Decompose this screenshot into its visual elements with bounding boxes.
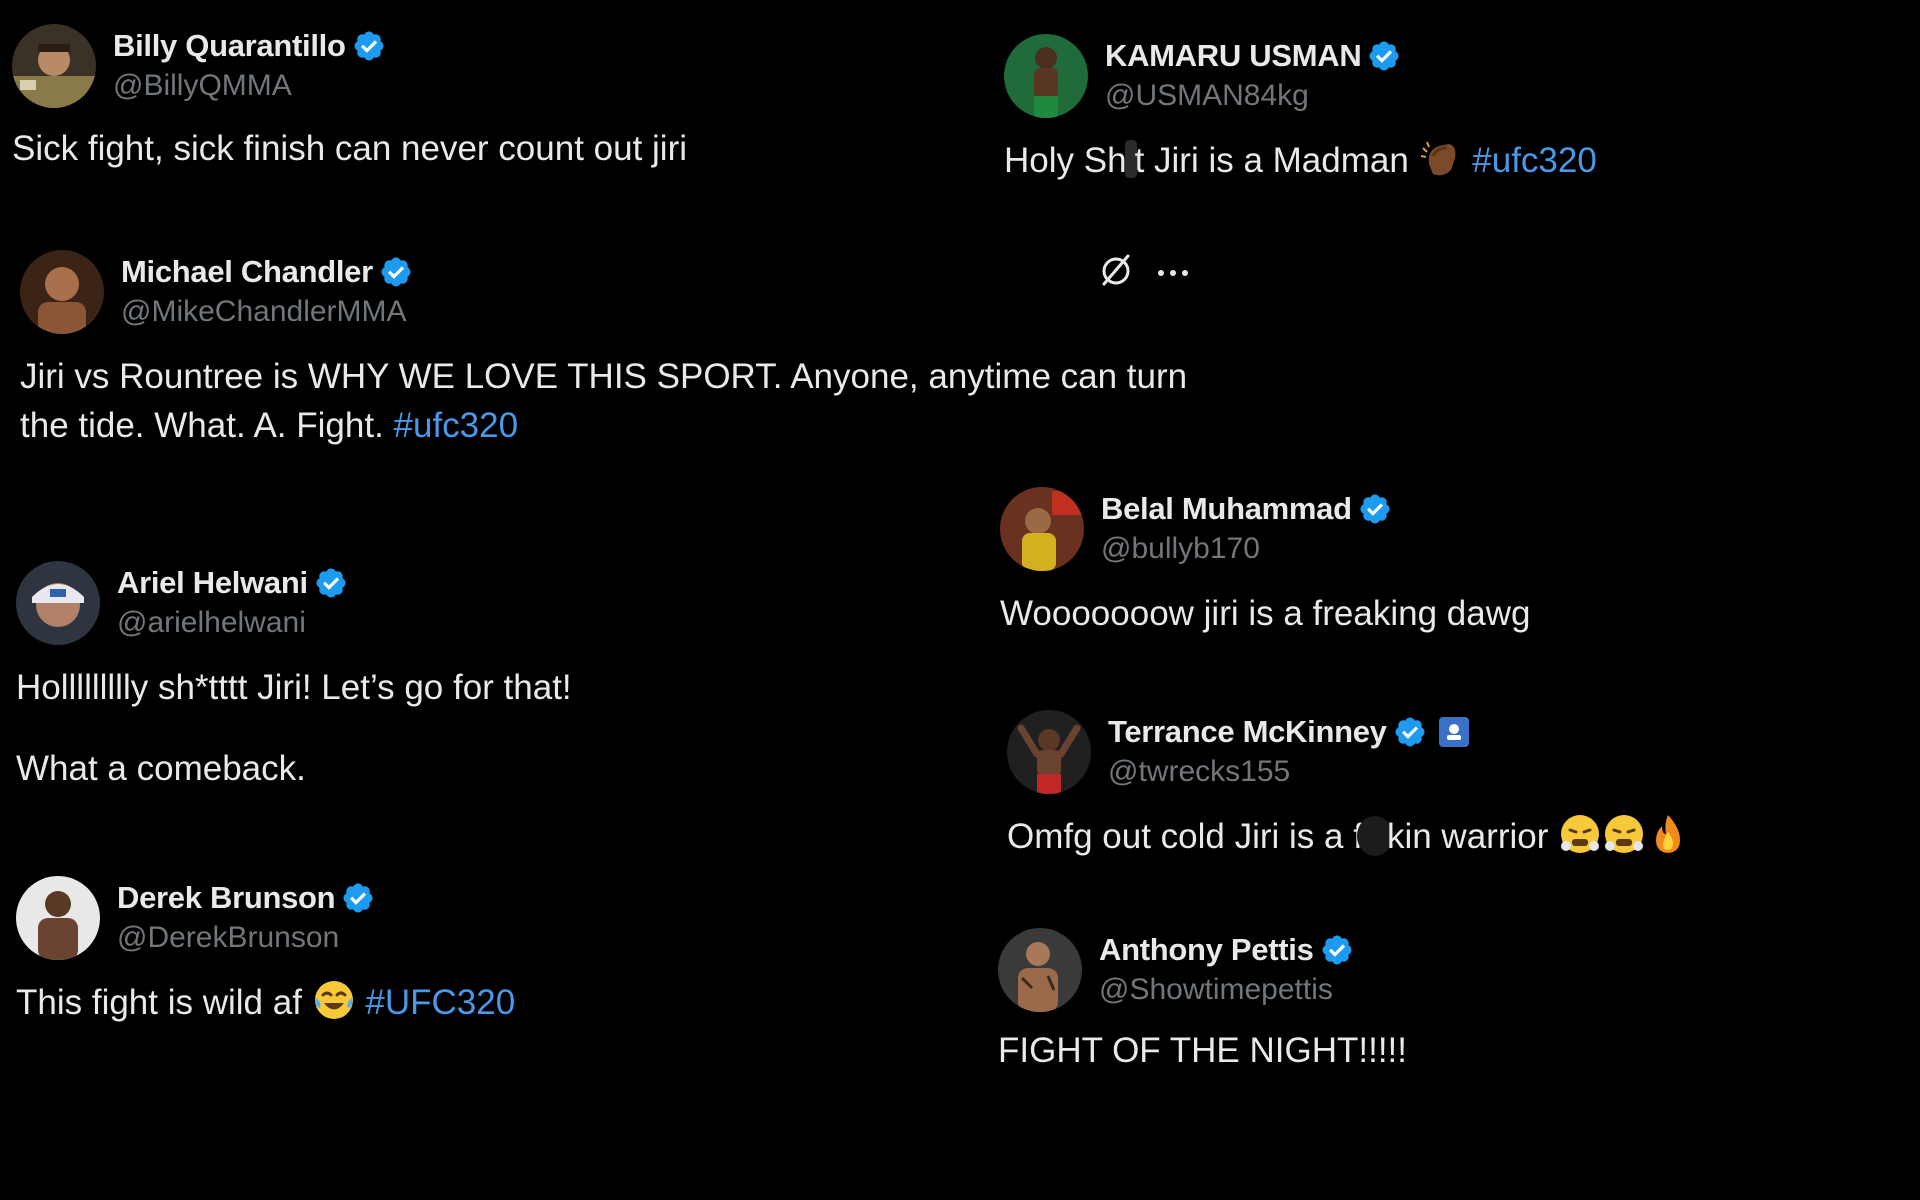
tweet-derek-brunson: Derek Brunson @DerekBrunson This fight i… xyxy=(16,876,515,1027)
verified-badge-icon[interactable] xyxy=(379,255,413,289)
display-name[interactable]: Michael Chandler xyxy=(121,254,373,290)
avatar[interactable] xyxy=(16,561,100,645)
tweet-text-line: Hollllllllly sh*tttt Jiri! Let’s go for … xyxy=(16,668,572,707)
avatar[interactable] xyxy=(1004,34,1088,118)
steam-from-nose-face-emoji-icon xyxy=(1602,812,1646,856)
avatar[interactable] xyxy=(12,24,96,108)
user-handle[interactable]: @bullyb170 xyxy=(1101,529,1392,569)
display-name[interactable]: Anthony Pettis xyxy=(1099,932,1314,968)
user-handle[interactable]: @USMAN84kg xyxy=(1105,76,1401,116)
verified-badge-icon[interactable] xyxy=(1358,492,1392,526)
user-handle[interactable]: @arielhelwani xyxy=(117,603,348,643)
tweet-text: Hollllllllly sh*tttt Jiri! Let’s go for … xyxy=(16,663,572,793)
display-name[interactable]: Derek Brunson xyxy=(117,880,336,916)
tweet-text: Sick fight, sick finish can never count … xyxy=(12,129,688,168)
clapping-hands-emoji-icon xyxy=(1419,136,1463,180)
tweet-text: Omfg out cold Jiri is a f kin warrior xyxy=(1007,812,1690,861)
tears-of-joy-emoji-icon xyxy=(312,978,356,1022)
verified-badge-icon[interactable] xyxy=(341,881,375,915)
display-name[interactable]: Terrance McKinney xyxy=(1108,714,1387,750)
hashtag-link[interactable]: #ufc320 xyxy=(1472,141,1597,180)
tweet-text-line: Jiri vs Rountree is WHY WE LOVE THIS SPO… xyxy=(20,357,1188,396)
tweet-michael-chandler: Michael Chandler @MikeChandlerMMA Jiri v… xyxy=(20,250,1187,450)
avatar[interactable] xyxy=(20,250,104,334)
user-handle[interactable]: @MikeChandlerMMA xyxy=(121,292,413,332)
user-handle[interactable]: @Showtimepettis xyxy=(1099,970,1354,1010)
verified-badge-icon[interactable] xyxy=(314,566,348,600)
tweet-belal-muhammad: Belal Muhammad @bullyb170 Wooooooow jiri… xyxy=(1000,487,1530,638)
display-name[interactable]: KAMARU USMAN xyxy=(1105,38,1362,74)
user-handle[interactable]: @DerekBrunson xyxy=(117,918,375,958)
tweet-text: Holy Sh t Jiri is a Madman #ufc320 xyxy=(1004,136,1597,185)
tweet-text-part: t Jiri is a Madman xyxy=(1134,141,1409,180)
fire-emoji-icon xyxy=(1646,812,1690,856)
verified-badge-icon[interactable] xyxy=(1367,39,1401,73)
tweet-text-part: kin warrior xyxy=(1386,817,1549,856)
tweet-text-line: What a comeback. xyxy=(16,749,306,788)
user-handle[interactable]: @twrecks155 xyxy=(1108,752,1469,792)
tweet-billy-quarantillo: Billy Quarantillo @BillyQMMA Sick fight,… xyxy=(12,24,687,173)
verified-badge-icon[interactable] xyxy=(1393,715,1427,749)
steam-from-nose-face-emoji-icon xyxy=(1558,812,1602,856)
avatar[interactable] xyxy=(16,876,100,960)
tweet-text: Wooooooow jiri is a freaking dawg xyxy=(1000,594,1531,633)
verified-badge-icon[interactable] xyxy=(352,29,386,63)
affiliate-badge-icon[interactable] xyxy=(1438,717,1469,747)
avatar[interactable] xyxy=(1007,710,1091,794)
display-name[interactable]: Ariel Helwani xyxy=(117,565,308,601)
tweet-text-part: Holy Sh xyxy=(1004,141,1127,180)
tweet-text: Jiri vs Rountree is WHY WE LOVE THIS SPO… xyxy=(20,352,1187,450)
hashtag-link[interactable]: #ufc320 xyxy=(394,406,519,445)
user-handle[interactable]: @BillyQMMA xyxy=(113,66,386,106)
tweet-text-part: This fight is wild af xyxy=(16,983,302,1022)
avatar[interactable] xyxy=(1000,487,1084,571)
tweet-anthony-pettis: Anthony Pettis @Showtimepettis FIGHT OF … xyxy=(998,928,1407,1075)
display-name[interactable]: Belal Muhammad xyxy=(1101,491,1352,527)
tweet-terrance-mckinney: Terrance McKinney @twrecks155 Omfg out c… xyxy=(1007,710,1690,861)
tweet-text: This fight is wild af #UFC320 xyxy=(16,978,515,1027)
tweet-kamaru-usman: KAMARU USMAN @USMAN84kg Holy Sh t Jiri is… xyxy=(1004,34,1597,185)
display-name[interactable]: Billy Quarantillo xyxy=(113,28,346,64)
tweet-text: FIGHT OF THE NIGHT!!!!! xyxy=(998,1031,1407,1070)
tweet-text-line: the tide. What. A. Fight. xyxy=(20,406,384,445)
hashtag-link[interactable]: #UFC320 xyxy=(365,983,515,1022)
tweet-ariel-helwani: Ariel Helwani @arielhelwani Hollllllllly… xyxy=(16,561,572,793)
avatar[interactable] xyxy=(998,928,1082,1012)
verified-badge-icon[interactable] xyxy=(1320,933,1354,967)
tweet-text-part: Omfg out cold Jiri is a f xyxy=(1007,817,1363,856)
